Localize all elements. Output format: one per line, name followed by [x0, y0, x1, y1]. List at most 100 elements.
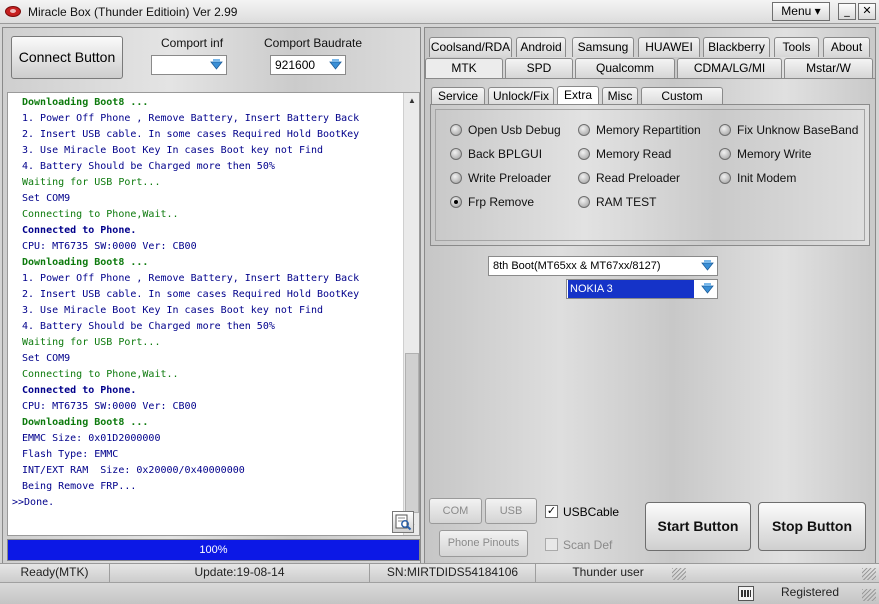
option-memory-read[interactable]: Memory Read	[578, 146, 671, 162]
log-line: Downloading Boot8 ...	[22, 97, 149, 108]
comport-select[interactable]	[151, 55, 227, 75]
radio-icon	[578, 172, 590, 184]
subtab-custom-setting[interactable]: Custom Setting	[641, 87, 723, 120]
option-memory-repartition[interactable]: Memory Repartition	[578, 122, 701, 138]
radio-checked-icon	[450, 196, 462, 208]
progress-label: 100%	[199, 544, 228, 556]
status-update: Update:19-08-14	[110, 564, 370, 583]
tab-tools[interactable]: Tools	[774, 37, 819, 57]
window-title: Miracle Box (Thunder Editioin) Ver 2.99	[28, 5, 238, 19]
boot-select[interactable]: 8th Boot(MT65xx & MT67xx/8127)	[488, 256, 718, 276]
log-line: 3. Use Miracle Boot Key In cases Boot ke…	[22, 145, 324, 156]
search-document-icon	[395, 514, 412, 531]
phone-pinouts-button[interactable]: Phone Pinouts	[439, 530, 528, 557]
log-line: EMMC Size: 0x01D2000000	[22, 433, 161, 444]
usb-cable-checkbox[interactable]: ✓ USBCable	[545, 505, 619, 519]
log-line: Downloading Boot8 ...	[22, 257, 149, 268]
radio-icon	[719, 124, 731, 136]
connect-button[interactable]: Connect Button	[11, 36, 123, 79]
option-memory-write[interactable]: Memory Write	[719, 146, 811, 162]
subtab-service[interactable]: Service	[431, 87, 485, 105]
checkbox-icon	[545, 538, 558, 551]
status-mode: Ready(MTK)	[0, 564, 110, 583]
option-write-preloader[interactable]: Write Preloader	[450, 170, 551, 186]
tab-mtk[interactable]: MTK	[425, 58, 503, 78]
radio-icon	[450, 172, 462, 184]
title-bar: Miracle Box (Thunder Editioin) Ver 2.99 …	[0, 0, 879, 24]
subtab-unlock-fix[interactable]: Unlock/Fix	[488, 87, 554, 105]
option-label: RAM TEST	[596, 195, 657, 209]
checkbox-checked-icon: ✓	[545, 505, 558, 518]
tab-huawei[interactable]: HUAWEI	[638, 37, 700, 57]
log-line: Downloading Boot8 ...	[22, 417, 149, 428]
progress-bar: 100%	[7, 539, 420, 561]
status-user: Thunder user	[572, 565, 644, 579]
tab-android[interactable]: Android	[516, 37, 566, 57]
log-line: Waiting for USB Port...	[22, 177, 161, 188]
baudrate-value: 921600	[275, 58, 316, 72]
dropdown-arrow-icon	[700, 259, 715, 273]
tab-spd[interactable]: SPD	[505, 58, 573, 78]
close-button[interactable]: ✕	[858, 3, 876, 20]
option-read-preloader[interactable]: Read Preloader	[578, 170, 680, 186]
log-line: Connected to Phone.	[22, 225, 137, 236]
tab-mstar-w[interactable]: Mstar/W	[784, 58, 873, 78]
tab-blackberry[interactable]: Blackberry	[703, 37, 770, 57]
log-line: >>Done.	[12, 497, 55, 508]
usb-scan-button[interactable]: USB Scan	[485, 498, 537, 541]
status-bar: Ready(MTK) Update:19-08-14 SN:MIRTDIDS54…	[0, 563, 879, 583]
radio-icon	[719, 148, 731, 160]
minimize-button[interactable]: _	[838, 3, 856, 20]
registration-bar: Registered	[0, 582, 879, 604]
tab-qualcomm[interactable]: Qualcomm	[575, 58, 675, 78]
option-frp-remove[interactable]: Frp Remove	[450, 194, 534, 210]
boot-select-value: 8th Boot(MT65xx & MT67xx/8127)	[493, 260, 661, 272]
connection-panel: Connect Button Comport inf Comport Baudr…	[2, 27, 421, 564]
radio-icon	[578, 124, 590, 136]
option-init-modem[interactable]: Init Modem	[719, 170, 796, 186]
resize-grip-icon	[862, 589, 876, 601]
option-label: Frp Remove	[468, 195, 535, 209]
log-line: Waiting for USB Port...	[22, 337, 161, 348]
tab-cdma-lg-mi[interactable]: CDMA/LG/MI	[677, 58, 782, 78]
model-select-value: NOKIA 3	[568, 280, 694, 298]
log-line: 1. Power Off Phone , Remove Battery, Ins…	[22, 113, 360, 124]
app-logo-icon	[5, 6, 21, 17]
dropdown-arrow-icon	[209, 58, 224, 72]
option-back-bplgui[interactable]: Back BPLGUI	[450, 146, 542, 162]
scan-def-label: Scan Def	[563, 538, 613, 552]
baudrate-select[interactable]: 921600	[270, 55, 346, 75]
scroll-up-icon[interactable]: ▲	[404, 93, 419, 109]
option-open-usb-debug[interactable]: Open Usb Debug	[450, 122, 561, 138]
registration-status: Registered	[780, 585, 840, 599]
tab-coolsand-rda[interactable]: Coolsand/RDA	[429, 37, 512, 57]
options-inner: Open Usb Debug Back BPLGUI Write Preload…	[435, 109, 865, 241]
subtab-misc[interactable]: Misc	[602, 87, 638, 105]
log-line: Set COM9	[22, 353, 71, 364]
option-label: Memory Write	[737, 147, 812, 161]
log-line: 3. Use Miracle Boot Key In cases Boot ke…	[22, 305, 324, 316]
tab-about[interactable]: About	[823, 37, 870, 57]
log-output[interactable]: Downloading Boot8 ... 1. Power Off Phone …	[7, 92, 420, 536]
status-serial: SN:MIRTDIDS54184106	[370, 564, 536, 583]
scroll-thumb[interactable]	[405, 353, 419, 513]
scan-def-checkbox[interactable]: Scan Def	[545, 538, 612, 552]
radio-icon	[578, 148, 590, 160]
com-scan-button[interactable]: COM Scan	[429, 498, 482, 541]
stop-button[interactable]: Stop Button	[758, 502, 866, 551]
start-button[interactable]: Start Button	[645, 502, 751, 551]
log-line: INT/EXT RAM Size: 0x20000/0x40000000	[22, 465, 245, 476]
model-select[interactable]: NOKIA 3	[566, 279, 718, 299]
option-label: Back BPLGUI	[468, 147, 543, 161]
log-lines: Downloading Boot8 ... 1. Power Off Phone …	[8, 93, 419, 511]
subtab-extra[interactable]: Extra	[557, 86, 599, 105]
keyboard-icon	[738, 586, 754, 601]
tab-samsung[interactable]: Samsung	[572, 37, 634, 57]
menu-button[interactable]: Menu ▾	[772, 2, 830, 21]
log-scrollbar[interactable]: ▲ ▼	[403, 93, 419, 535]
option-fix-unknow-baseband[interactable]: Fix Unknow BaseBand	[719, 122, 858, 138]
option-ram-test[interactable]: RAM TEST	[578, 194, 656, 210]
log-line: Flash Type: EMMC	[22, 449, 119, 460]
log-viewer-button[interactable]	[392, 511, 414, 533]
radio-icon	[450, 148, 462, 160]
